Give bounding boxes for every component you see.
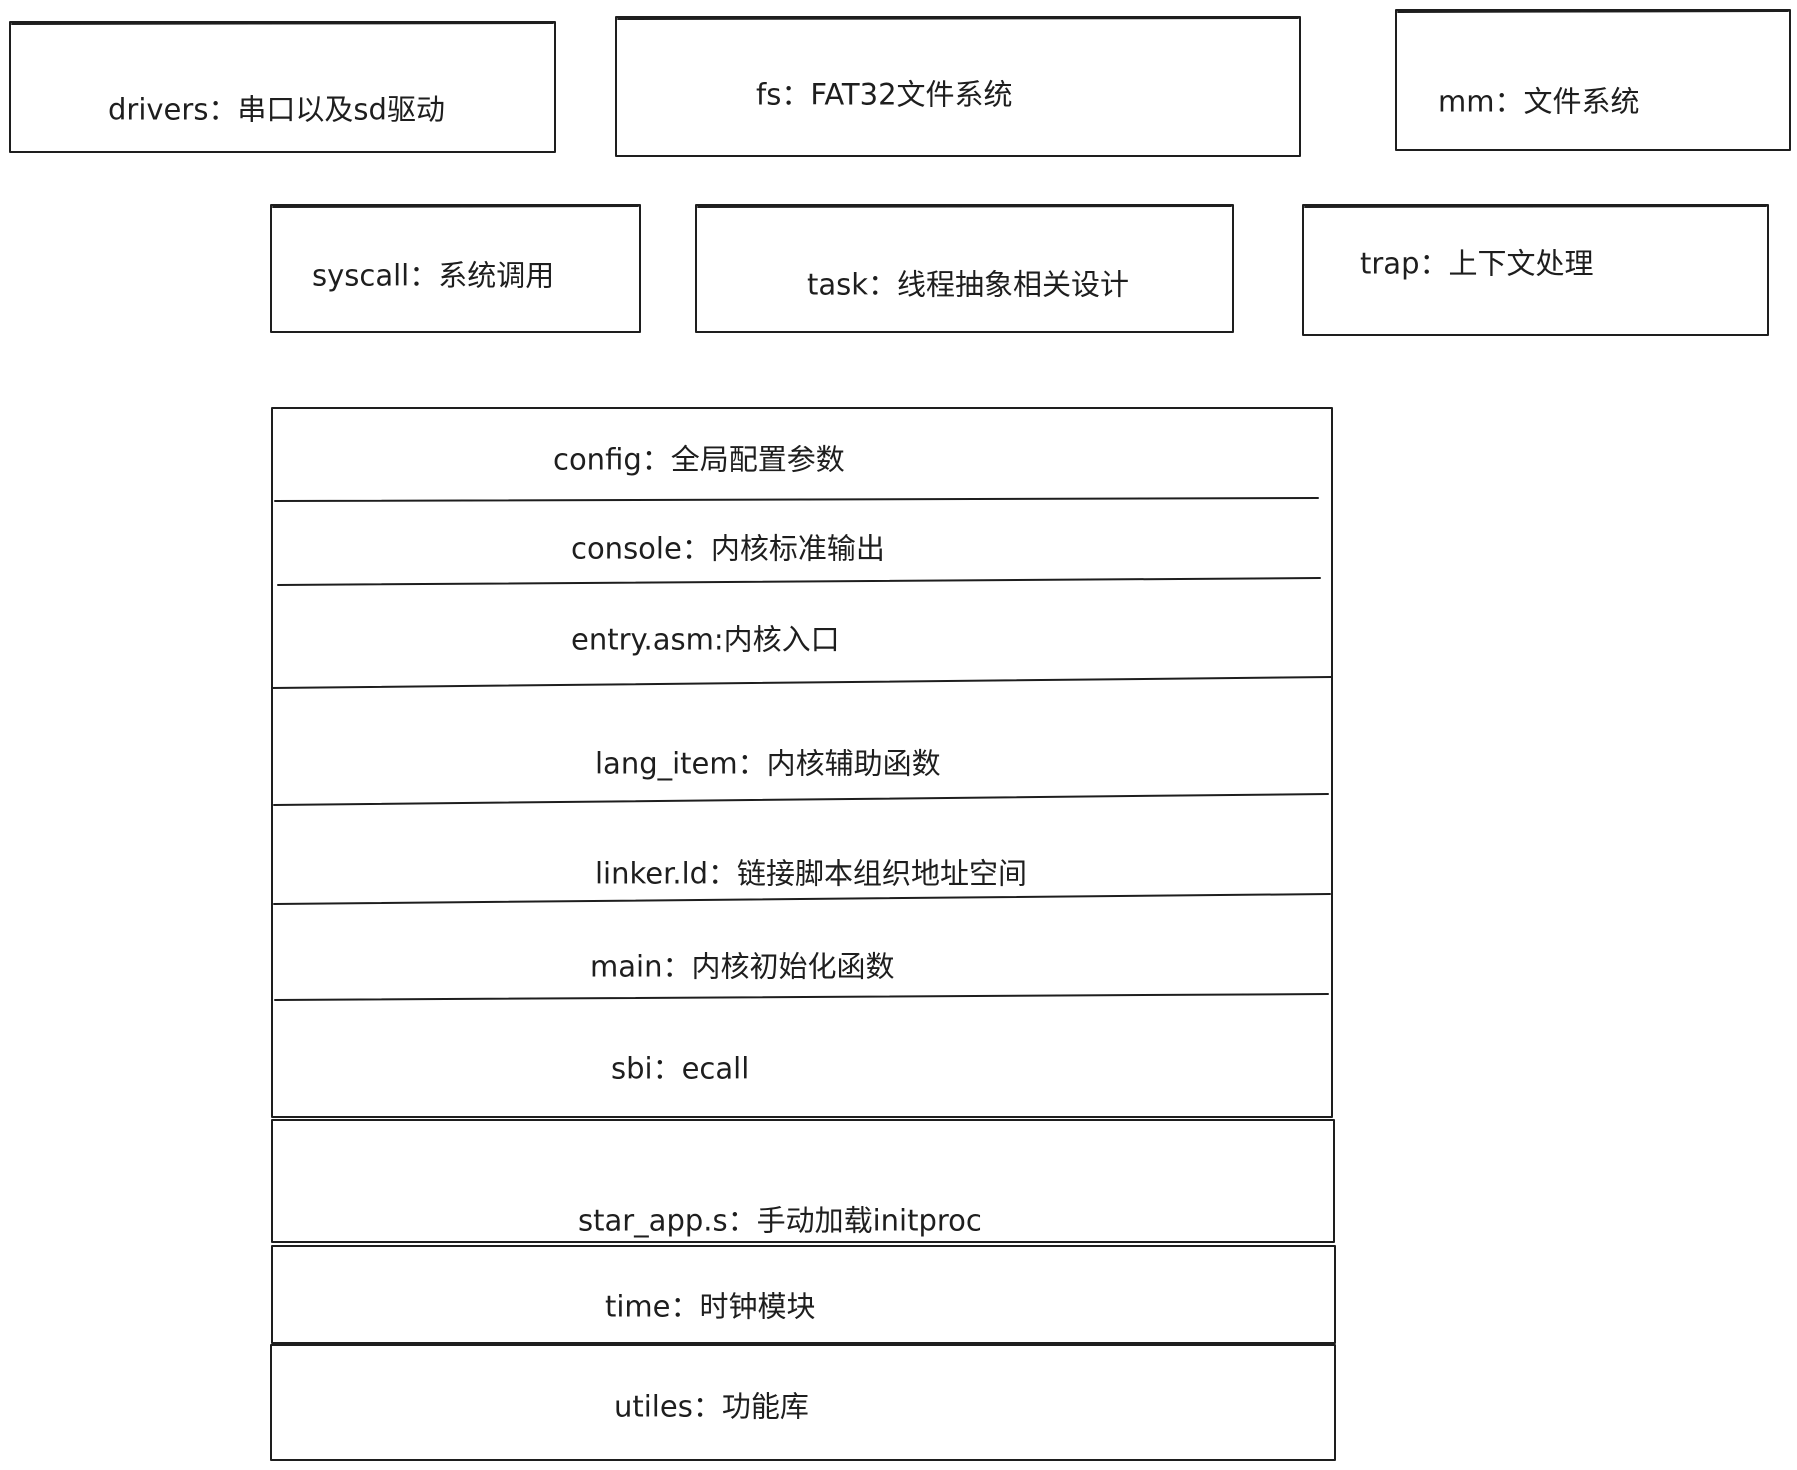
time-label: time：时钟模块 (605, 1289, 816, 1324)
lang-item-label: lang_item：内核辅助函数 (595, 746, 941, 781)
mm-box (1395, 9, 1791, 151)
star-app-label: star_app.s：手动加载initproc (578, 1203, 982, 1238)
module-diagram: drivers：串口以及sd驱动 fs：FAT32文件系统 mm：文件系统 sy… (0, 0, 1797, 1466)
fs-label: fs：FAT32文件系统 (756, 77, 1013, 112)
main-label: main：内核初始化函数 (590, 949, 895, 984)
utiles-label: utiles：功能库 (614, 1389, 809, 1424)
task-label: task：线程抽象相关设计 (807, 267, 1130, 302)
diagram-canvas (9, 9, 1791, 1461)
divider-config (274, 497, 1319, 502)
linker-label: linker.ld：链接脚本组织地址空间 (595, 856, 1028, 891)
syscall-label: syscall：系统调用 (312, 258, 555, 293)
sbi-label: sbi：ecall (611, 1051, 750, 1086)
divider-main (274, 993, 1329, 1001)
console-label: console：内核标准输出 (571, 531, 885, 566)
divider-linker (273, 893, 1331, 905)
drivers-label: drivers：串口以及sd驱动 (108, 92, 445, 127)
entry-label: entry.asm:内核入口 (571, 622, 840, 657)
config-label: config：全局配置参数 (553, 442, 845, 477)
drivers-box (9, 21, 556, 153)
divider-entry (271, 676, 1333, 689)
divider-console (277, 577, 1321, 586)
trap-label: trap：上下文处理 (1360, 246, 1594, 281)
mm-label: mm：文件系统 (1438, 84, 1640, 119)
divider-lang-item (273, 793, 1329, 806)
